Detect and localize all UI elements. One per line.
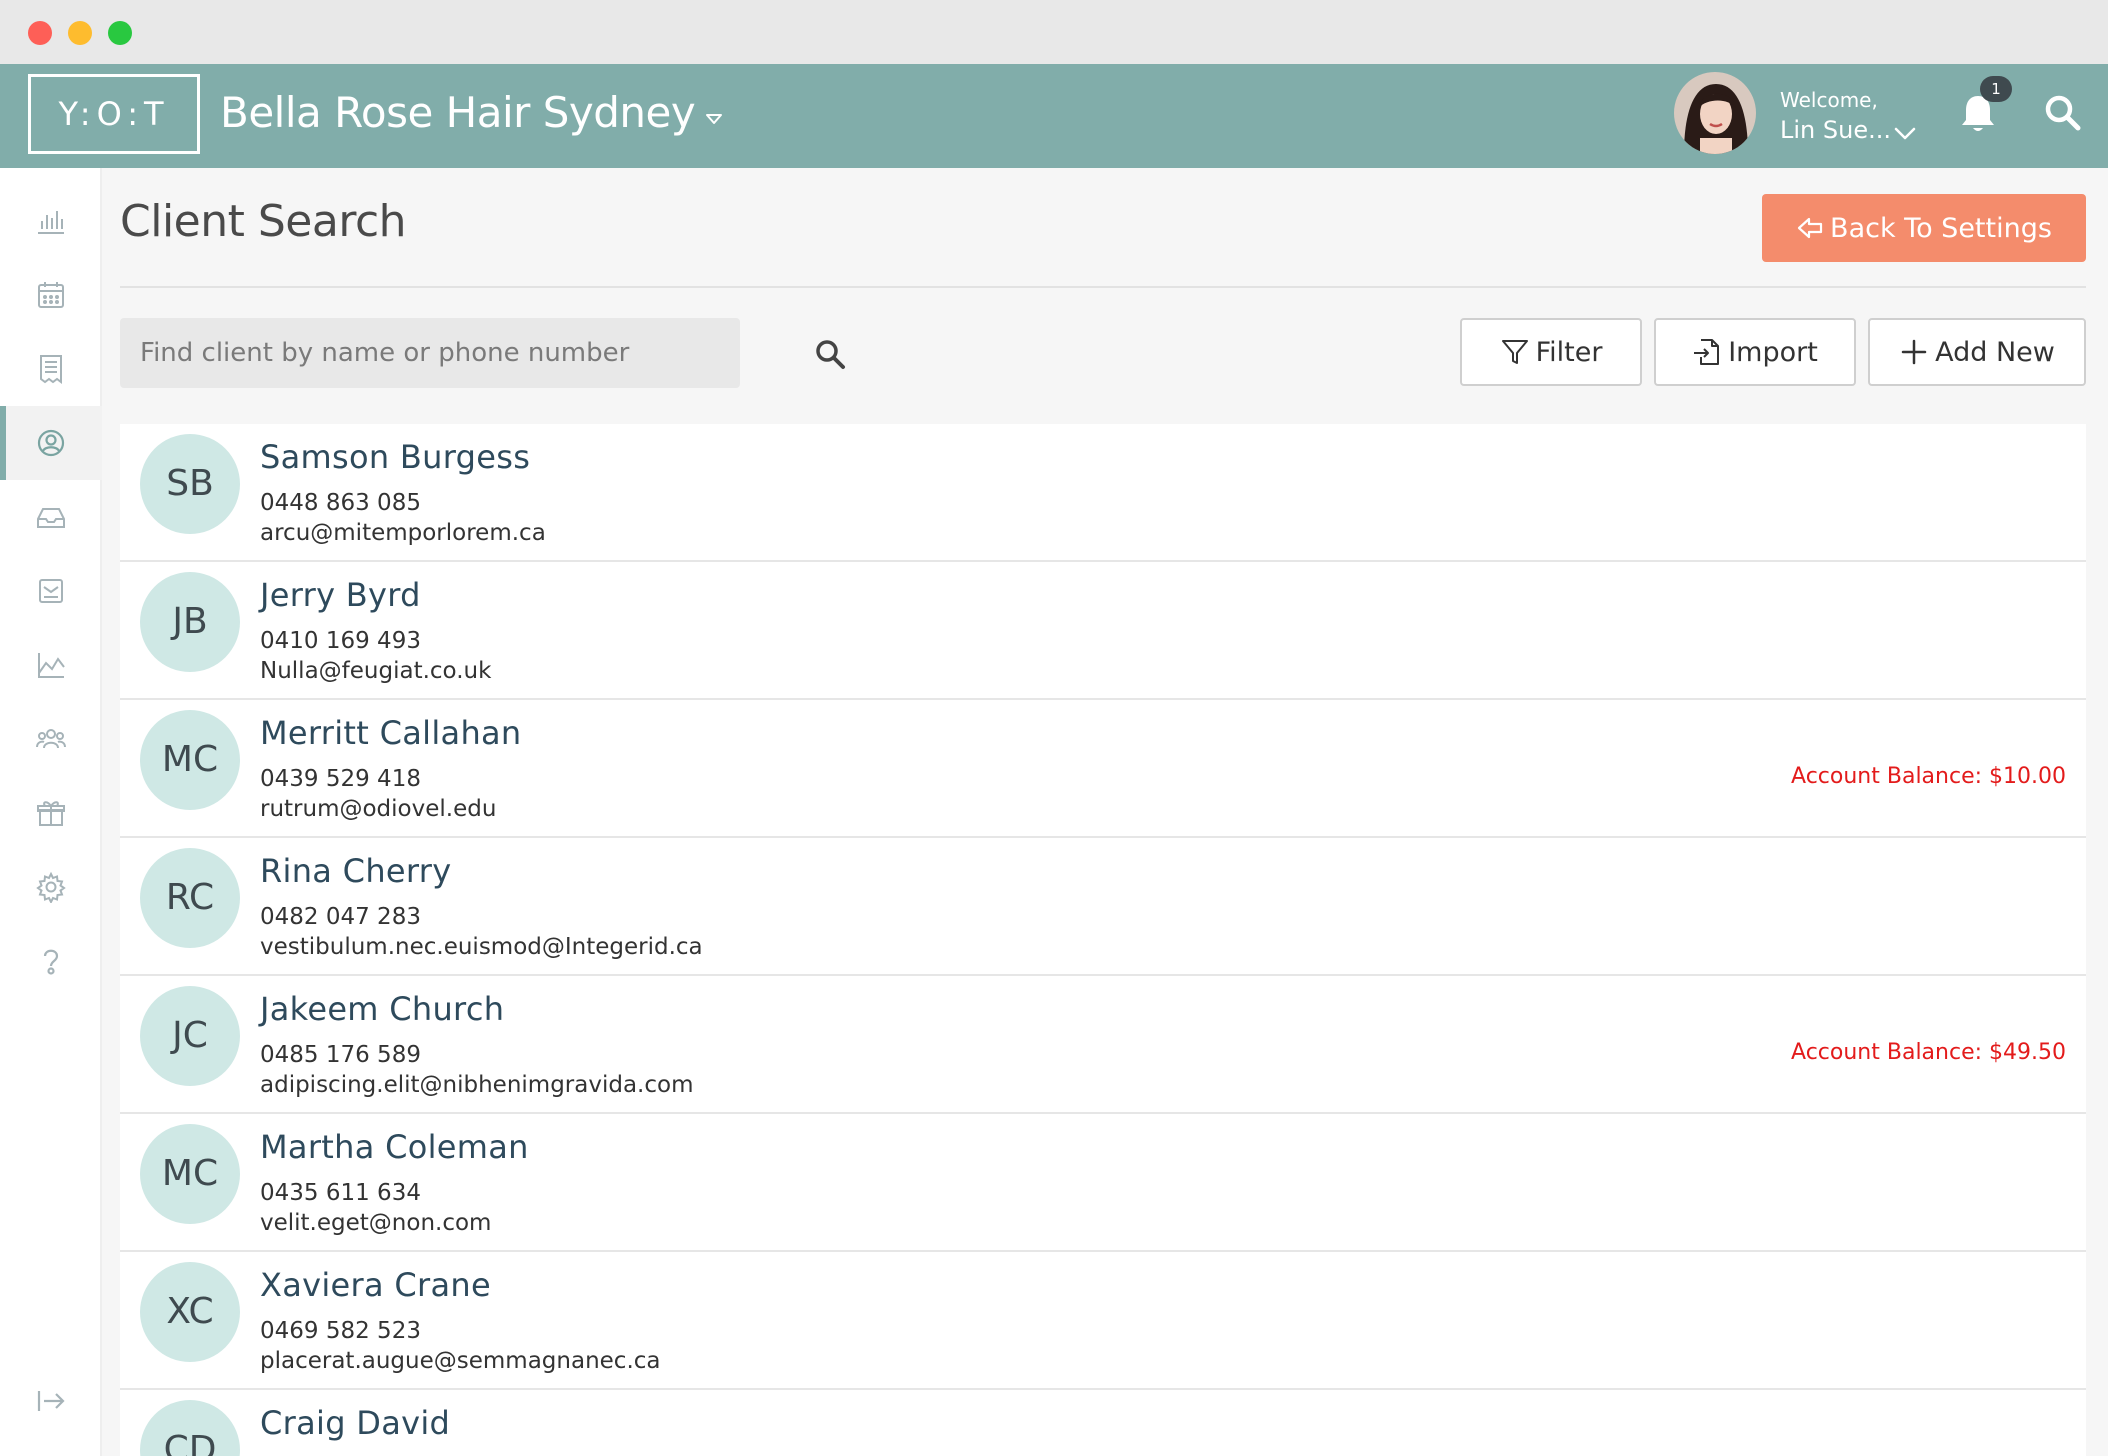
client-row[interactable]: JB Jerry Byrd 0410 169 493 Nulla@feugiat… [120,562,2086,700]
arrow-left-icon [1797,217,1823,239]
close-window-icon[interactable] [28,21,52,45]
client-row[interactable]: SB Samson Burgess 0448 863 085 arcu@mite… [120,424,2086,562]
back-to-settings-button[interactable]: Back To Settings [1762,194,2086,262]
client-initials-avatar: XC [140,1262,240,1362]
help-icon [43,949,59,975]
gear-icon [36,871,66,903]
chevron-down-icon[interactable] [1892,120,1918,146]
client-row[interactable]: MC Merritt Callahan 0439 529 418 rutrum@… [120,700,2086,838]
sidebar-item-inbox[interactable] [0,480,102,554]
logout-icon [37,1391,65,1411]
page-title: Client Search [120,196,407,247]
back-to-settings-label: Back To Settings [1830,212,2052,244]
inbox-icon [37,508,65,528]
minimize-window-icon[interactable] [68,21,92,45]
import-file-icon [1694,339,1720,365]
bar-chart-icon [38,211,64,234]
client-email: velit.eget@non.com [260,1210,492,1236]
client-row[interactable]: JC Jakeem Church 0485 176 589 adipiscing… [120,976,2086,1114]
search-icon[interactable] [814,338,846,370]
client-initials-avatar: JB [140,572,240,672]
mail-box-icon [39,579,63,603]
filter-icon [1501,340,1528,364]
gift-box-icon [37,801,65,826]
sidebar [0,168,102,1456]
add-new-client-button[interactable]: Add New [1868,318,2086,386]
user-avatar[interactable] [1674,72,1756,154]
client-row[interactable]: CD Craig David [120,1390,2086,1456]
client-name[interactable]: Merritt Callahan [260,714,522,752]
add-new-label: Add New [1935,336,2055,368]
client-initials-avatar: MC [140,1124,240,1224]
area-chart-icon [38,653,65,678]
notification-badge: 1 [1980,76,2012,102]
sidebar-item-marketing[interactable] [0,554,102,628]
client-phone: 0485 176 589 [260,1042,421,1068]
client-email: placerat.augue@semmagnanec.ca [260,1348,661,1374]
app-window: Y:O:T Bella Rose Hair Sydney Welcome, Li… [0,0,2108,1456]
client-initials-avatar: MC [140,710,240,810]
yot-logo[interactable]: Y:O:T [28,74,200,154]
logout-button[interactable] [0,1364,102,1438]
search-icon[interactable] [2042,92,2082,132]
app-header: Y:O:T Bella Rose Hair Sydney Welcome, Li… [0,64,2108,168]
client-name[interactable]: Jakeem Church [260,990,504,1028]
sidebar-item-sales[interactable] [0,332,102,406]
client-initials-avatar: JC [140,986,240,1086]
import-label: Import [1728,336,1818,368]
client-initials-avatar: CD [140,1400,240,1456]
client-name[interactable]: Xaviera Crane [260,1266,491,1304]
user-circle-icon [37,429,65,457]
client-list: SB Samson Burgess 0448 863 085 arcu@mite… [120,424,2086,1456]
sidebar-item-staff[interactable] [0,702,102,776]
sidebar-item-calendar[interactable] [0,258,102,332]
client-name[interactable]: Rina Cherry [260,852,452,890]
client-phone: 0482 047 283 [260,904,421,930]
client-search-input[interactable] [120,318,680,388]
sidebar-item-products[interactable] [0,776,102,850]
client-phone: 0448 863 085 [260,490,421,516]
sidebar-item-reports[interactable] [0,628,102,702]
sidebar-item-help[interactable] [0,924,102,998]
client-phone: 0439 529 418 [260,766,421,792]
header-divider [120,286,2086,288]
receipt-icon [40,355,62,384]
client-email: Nulla@feugiat.co.uk [260,658,492,684]
filter-button[interactable]: Filter [1460,318,1642,386]
client-name[interactable]: Jerry Byrd [260,576,421,614]
plus-icon [1901,339,1927,365]
client-phone: 0469 582 523 [260,1318,421,1344]
client-email: vestibulum.nec.euismod@Integerid.ca [260,934,703,960]
username-label[interactable]: Lin Sue... [1780,116,1891,144]
client-account-balance: Account Balance: $10.00 [1791,764,2066,789]
maximize-window-icon[interactable] [108,21,132,45]
window-titlebar [0,0,2108,64]
client-search-box [120,318,845,388]
client-email: arcu@mitemporlorem.ca [260,520,546,546]
calendar-icon [38,282,64,308]
import-button[interactable]: Import [1654,318,1856,386]
client-phone: 0410 169 493 [260,628,421,654]
team-icon [36,729,66,749]
client-row[interactable]: XC Xaviera Crane 0469 582 523 placerat.a… [120,1252,2086,1390]
sidebar-item-settings[interactable] [0,850,102,924]
client-row[interactable]: RC Rina Cherry 0482 047 283 vestibulum.n… [120,838,2086,976]
client-row[interactable]: MC Martha Coleman 0435 611 634 velit.ege… [120,1114,2086,1252]
client-name[interactable]: Craig David [260,1404,450,1442]
salon-name[interactable]: Bella Rose Hair Sydney [220,88,696,137]
client-name[interactable]: Martha Coleman [260,1128,529,1166]
client-initials-avatar: RC [140,848,240,948]
sidebar-item-clients[interactable] [0,406,102,480]
filter-label: Filter [1535,336,1603,368]
client-email: adipiscing.elit@nibhenimgravida.com [260,1072,694,1098]
client-name[interactable]: Samson Burgess [260,438,530,476]
client-initials-avatar: SB [140,434,240,534]
sidebar-item-dashboard[interactable] [0,184,102,258]
client-phone: 0435 611 634 [260,1180,421,1206]
salon-dropdown-icon[interactable] [704,109,724,129]
welcome-label: Welcome, [1780,88,1878,112]
client-account-balance: Account Balance: $49.50 [1791,1040,2066,1065]
client-email: rutrum@odiovel.edu [260,796,497,822]
